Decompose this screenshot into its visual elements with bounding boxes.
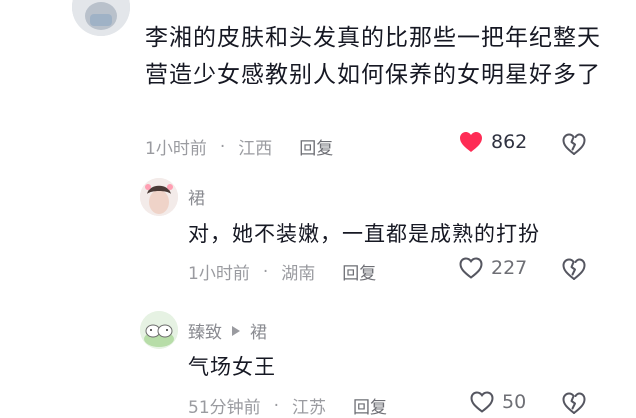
reply-time: 51分钟前 xyxy=(188,398,261,418)
like-count: 862 xyxy=(491,131,528,153)
avatar-image xyxy=(140,311,178,349)
reply-author-name[interactable]: 裙 xyxy=(188,184,205,209)
reply-author-name[interactable]: 臻致 xyxy=(188,318,222,343)
avatar[interactable] xyxy=(72,0,130,36)
heart-filled-icon xyxy=(460,132,482,152)
reply-button[interactable]: 回复 xyxy=(299,134,333,159)
reply-avatar[interactable] xyxy=(140,311,178,349)
reply-text: 对，她不装嫩，一直都是成熟的打扮 xyxy=(188,222,540,246)
reply-to-name[interactable]: 裙 xyxy=(250,318,267,343)
comment-time: 1小时前 xyxy=(145,139,207,159)
reply-text: 气场女王 xyxy=(188,355,276,379)
reply-author[interactable]: 裙 xyxy=(188,184,205,209)
reply-button[interactable]: 回复 xyxy=(353,393,387,418)
avatar-image xyxy=(140,178,178,216)
reply-location: 江苏 xyxy=(292,398,327,418)
reply-time: 1小时前 xyxy=(188,264,250,284)
comment-text: 李湘的皮肤和头发真的比那些一把年纪整天营造少女感教别人如何保养的女明星好多了 xyxy=(145,25,601,88)
comment-location: 江西 xyxy=(238,139,273,159)
comment-meta: 1小时前 · 江西 回复 xyxy=(145,134,333,160)
reply-button[interactable]: 回复 xyxy=(342,259,376,284)
heart-outline-icon xyxy=(459,257,483,279)
reply-location: 湖南 xyxy=(281,264,316,284)
avatar-image xyxy=(72,0,130,36)
dislike-icon[interactable] xyxy=(562,133,586,157)
reply-meta: 1小时前 · 湖南 回复 xyxy=(188,259,376,285)
dislike-icon[interactable] xyxy=(562,258,586,282)
reply-avatar[interactable] xyxy=(140,178,178,216)
heart-outline-icon xyxy=(470,391,494,413)
reply-meta: 51分钟前 · 江苏 回复 xyxy=(188,393,387,418)
meta-separator: · xyxy=(219,136,226,157)
like-count: 50 xyxy=(502,391,527,413)
meta-separator: · xyxy=(273,395,280,416)
meta-separator: · xyxy=(262,261,269,282)
like-button[interactable]: 862 xyxy=(459,131,527,153)
dislike-icon[interactable] xyxy=(562,392,586,416)
like-count: 227 xyxy=(491,257,528,279)
like-button[interactable]: 50 xyxy=(470,391,526,413)
reply-arrow-icon xyxy=(232,325,240,336)
reply-author[interactable]: 臻致 裙 xyxy=(188,318,267,343)
like-button[interactable]: 227 xyxy=(459,257,527,279)
